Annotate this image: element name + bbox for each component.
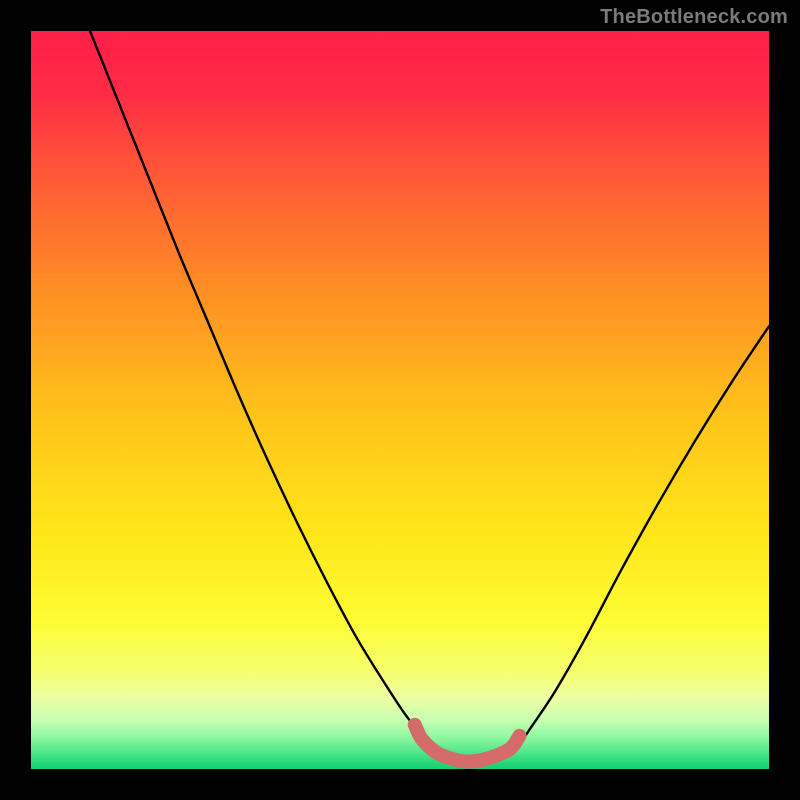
optimal-flat-zone [415,725,520,762]
curve-layer [31,31,769,769]
bottleneck-curve [90,31,769,765]
chart-frame: TheBottleneck.com [0,0,800,800]
watermark-label: TheBottleneck.com [600,6,788,29]
plot-area [31,31,769,769]
